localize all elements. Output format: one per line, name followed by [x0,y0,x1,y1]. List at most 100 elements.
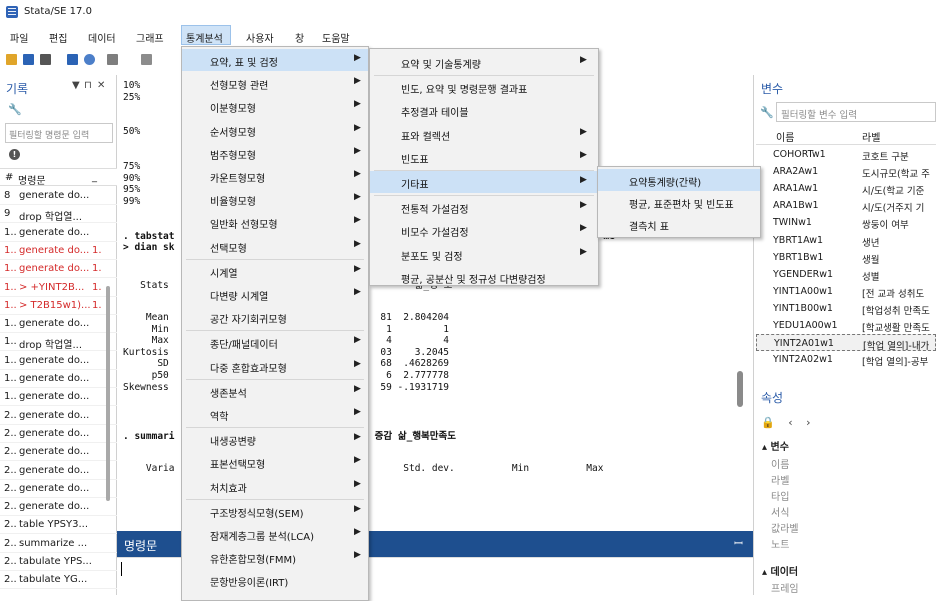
history-filter-input[interactable]: 필터링할 명령문 입력 [5,123,113,143]
menu-item[interactable]: 기타표 ▶ [370,171,598,193]
history-row[interactable]: 1.. generate do... 1. [0,260,117,279]
menu-window[interactable]: 창 [295,30,304,45]
col-command[interactable]: 명령문 [18,172,46,187]
menu-item[interactable]: 공간 자기회귀모형 [182,306,368,328]
menu-item[interactable]: 선형모형 관련 ▶ [182,72,368,94]
menu-item[interactable]: 추정결과 테이블 [370,99,598,121]
history-row[interactable]: 2.. tabulate YG... [0,571,117,590]
history-row[interactable]: 2.. generate do... [0,498,117,517]
menu-item[interactable]: 문항반응이론(IRT) [182,569,368,591]
variables-column-header[interactable]: 이름 라벨 [756,125,936,145]
menu-help[interactable]: 도움말 [322,30,350,45]
menu-item[interactable]: 분포도 및 검정 ▶ [370,243,598,265]
menu-data[interactable]: 데이터 [88,30,116,45]
history-row[interactable]: 2.. generate do... [0,425,117,443]
dofile-icon[interactable] [141,54,152,65]
menu-graphics[interactable]: 그래프 [136,30,164,45]
variable-row[interactable]: ARA1Aw1 시/도(학교 기준 [756,180,936,197]
menu-item[interactable]: 요약, 표 및 검정 ▶ [182,49,368,71]
variable-row[interactable]: YEDU1A00w1 [학교생활 만족도 [756,317,936,334]
filter-funnel-icon[interactable]: ▼ [72,80,80,91]
menu-item[interactable]: 다변량 시계열 ▶ [182,283,368,305]
history-row[interactable]: 1.. drop 학업열... [0,333,117,352]
col-rc[interactable]: _ [92,172,97,183]
history-scrollbar[interactable] [106,286,110,501]
variable-row[interactable]: YINT2A02w1 [학업 열의]-공부 [756,351,936,368]
menu-item[interactable]: 일반화 선형모형 ▶ [182,211,368,233]
menu-item[interactable]: 빈도표 ▶ [370,146,598,168]
menu-item[interactable]: 표와 컬렉션 ▶ [370,123,598,145]
close-icon[interactable]: ✕ [97,80,105,91]
next-icon[interactable]: › [806,416,810,429]
variable-row[interactable]: YBRT1Aw1 생년 [756,232,936,249]
menu-item[interactable]: 내생공변량 ▶ [182,428,368,450]
menu-user[interactable]: 사용자 [246,30,274,45]
menu-statistics[interactable]: 통계분석 [186,30,223,45]
menu-item[interactable]: 표본선택모형 ▶ [182,451,368,473]
menu-item[interactable]: 처치효과 ▶ [182,475,368,497]
lock-icon[interactable]: 🔒 [761,416,775,429]
pin-icon[interactable]: ꟷ [734,536,743,551]
menu-file[interactable]: 파일 [10,30,28,45]
menu-edit[interactable]: 편집 [49,30,67,45]
menu-item[interactable]: 요약통계량(간략) [598,169,760,191]
variable-filter-input[interactable]: 필터링할 변수 입력 [776,102,936,122]
variable-row[interactable]: YGENDERw1 성별 [756,266,936,283]
history-row[interactable]: 1.. generate do... [0,315,117,334]
history-row[interactable]: 1.. generate do... [0,352,117,370]
menu-item[interactable]: 선택모형 ▶ [182,235,368,257]
history-row[interactable]: 2.. tabulate YPS... [0,553,117,571]
variable-row[interactable]: ARA2Aw1 도시규모(학교 주 [756,163,936,180]
viewer-icon[interactable] [84,54,95,65]
menu-item[interactable]: 평균, 표준편차 및 빈도표 [598,191,760,213]
menu-item[interactable]: 생존분석 ▶ [182,380,368,402]
pin-icon[interactable]: ⊓ [84,80,92,91]
menu-item[interactable]: 다중 혼합효과모형 ▶ [182,355,368,377]
history-row[interactable]: 2.. generate do... [0,462,117,480]
col-number[interactable]: # [5,172,13,183]
properties-section-variable[interactable]: ▴ 변수 [762,438,789,453]
save-icon[interactable] [23,54,34,65]
menu-item[interactable]: 비율형모형 ▶ [182,188,368,210]
variable-row[interactable]: COHORTw1 코호트 구분 [756,146,936,163]
variable-row[interactable]: ARA1Bw1 시/도(거주지 기 [756,197,936,214]
menu-item[interactable]: 순서형모형 ▶ [182,119,368,141]
menu-item[interactable]: 전통적 가설검정 ▶ [370,196,598,218]
menu-item[interactable]: 비모수 가설검정 ▶ [370,219,598,241]
history-row[interactable]: 8 generate do... [0,187,117,205]
log-icon[interactable] [67,54,78,65]
menu-item[interactable]: 유한혼합모형(FMM) ▶ [182,546,368,568]
prev-icon[interactable]: ‹ [788,416,792,429]
menu-item[interactable]: 시계열 ▶ [182,260,368,282]
menu-item[interactable]: 구조방정식모형(SEM) ▶ [182,500,368,522]
col-name[interactable]: 이름 [776,129,794,144]
history-row[interactable]: 2.. generate do... [0,407,117,425]
menu-item[interactable]: 이분형모형 ▶ [182,95,368,117]
variable-row[interactable]: YINT1A00w1 [전 교과 성취도 [756,283,936,300]
properties-section-data[interactable]: ▴ 데이터 [762,563,798,578]
menu-item[interactable]: 요약 및 기술통계량 ▶ [370,51,598,73]
col-label[interactable]: 라벨 [862,129,880,144]
history-row[interactable]: 2.. summarize ... [0,535,117,553]
menu-item[interactable]: 역학 ▶ [182,403,368,425]
history-row[interactable]: 1.. > T2B15w1)... 1. [0,297,117,315]
history-row[interactable]: 2.. table YPSY3... [0,516,117,535]
variable-row[interactable]: YINT1B00w1 [학업성취 만족도 [756,300,936,317]
menu-item[interactable]: 결측치 표 [598,213,760,235]
menu-item[interactable]: 빈도, 요약 및 명령문행 결과표 [370,76,598,98]
print-icon[interactable] [40,54,51,65]
graph-icon[interactable] [107,54,118,65]
results-scrollbar[interactable] [737,371,743,407]
variable-row[interactable]: YBRT1Bw1 생월 [756,249,936,266]
history-row[interactable]: 9 drop 학업열... [0,205,117,224]
history-row[interactable]: 1.. > +YINT2B... 1. [0,279,117,297]
menu-item[interactable]: 종단/패널데이터 ▶ [182,331,368,353]
history-row[interactable]: 1.. generate do... [0,224,117,242]
menu-item[interactable]: 평균, 공분산 및 정규성 다변량검정 [370,266,598,288]
wrench-icon[interactable]: 🔧 [8,103,22,116]
history-row[interactable]: 1.. generate do... 1. [0,242,117,260]
menu-item[interactable]: 카운트형모형 ▶ [182,165,368,187]
open-icon[interactable] [6,54,17,65]
history-column-header[interactable]: # 명령문 _ [0,168,117,187]
menu-item[interactable]: 잠재계층그룹 분석(LCA) ▶ [182,523,368,545]
